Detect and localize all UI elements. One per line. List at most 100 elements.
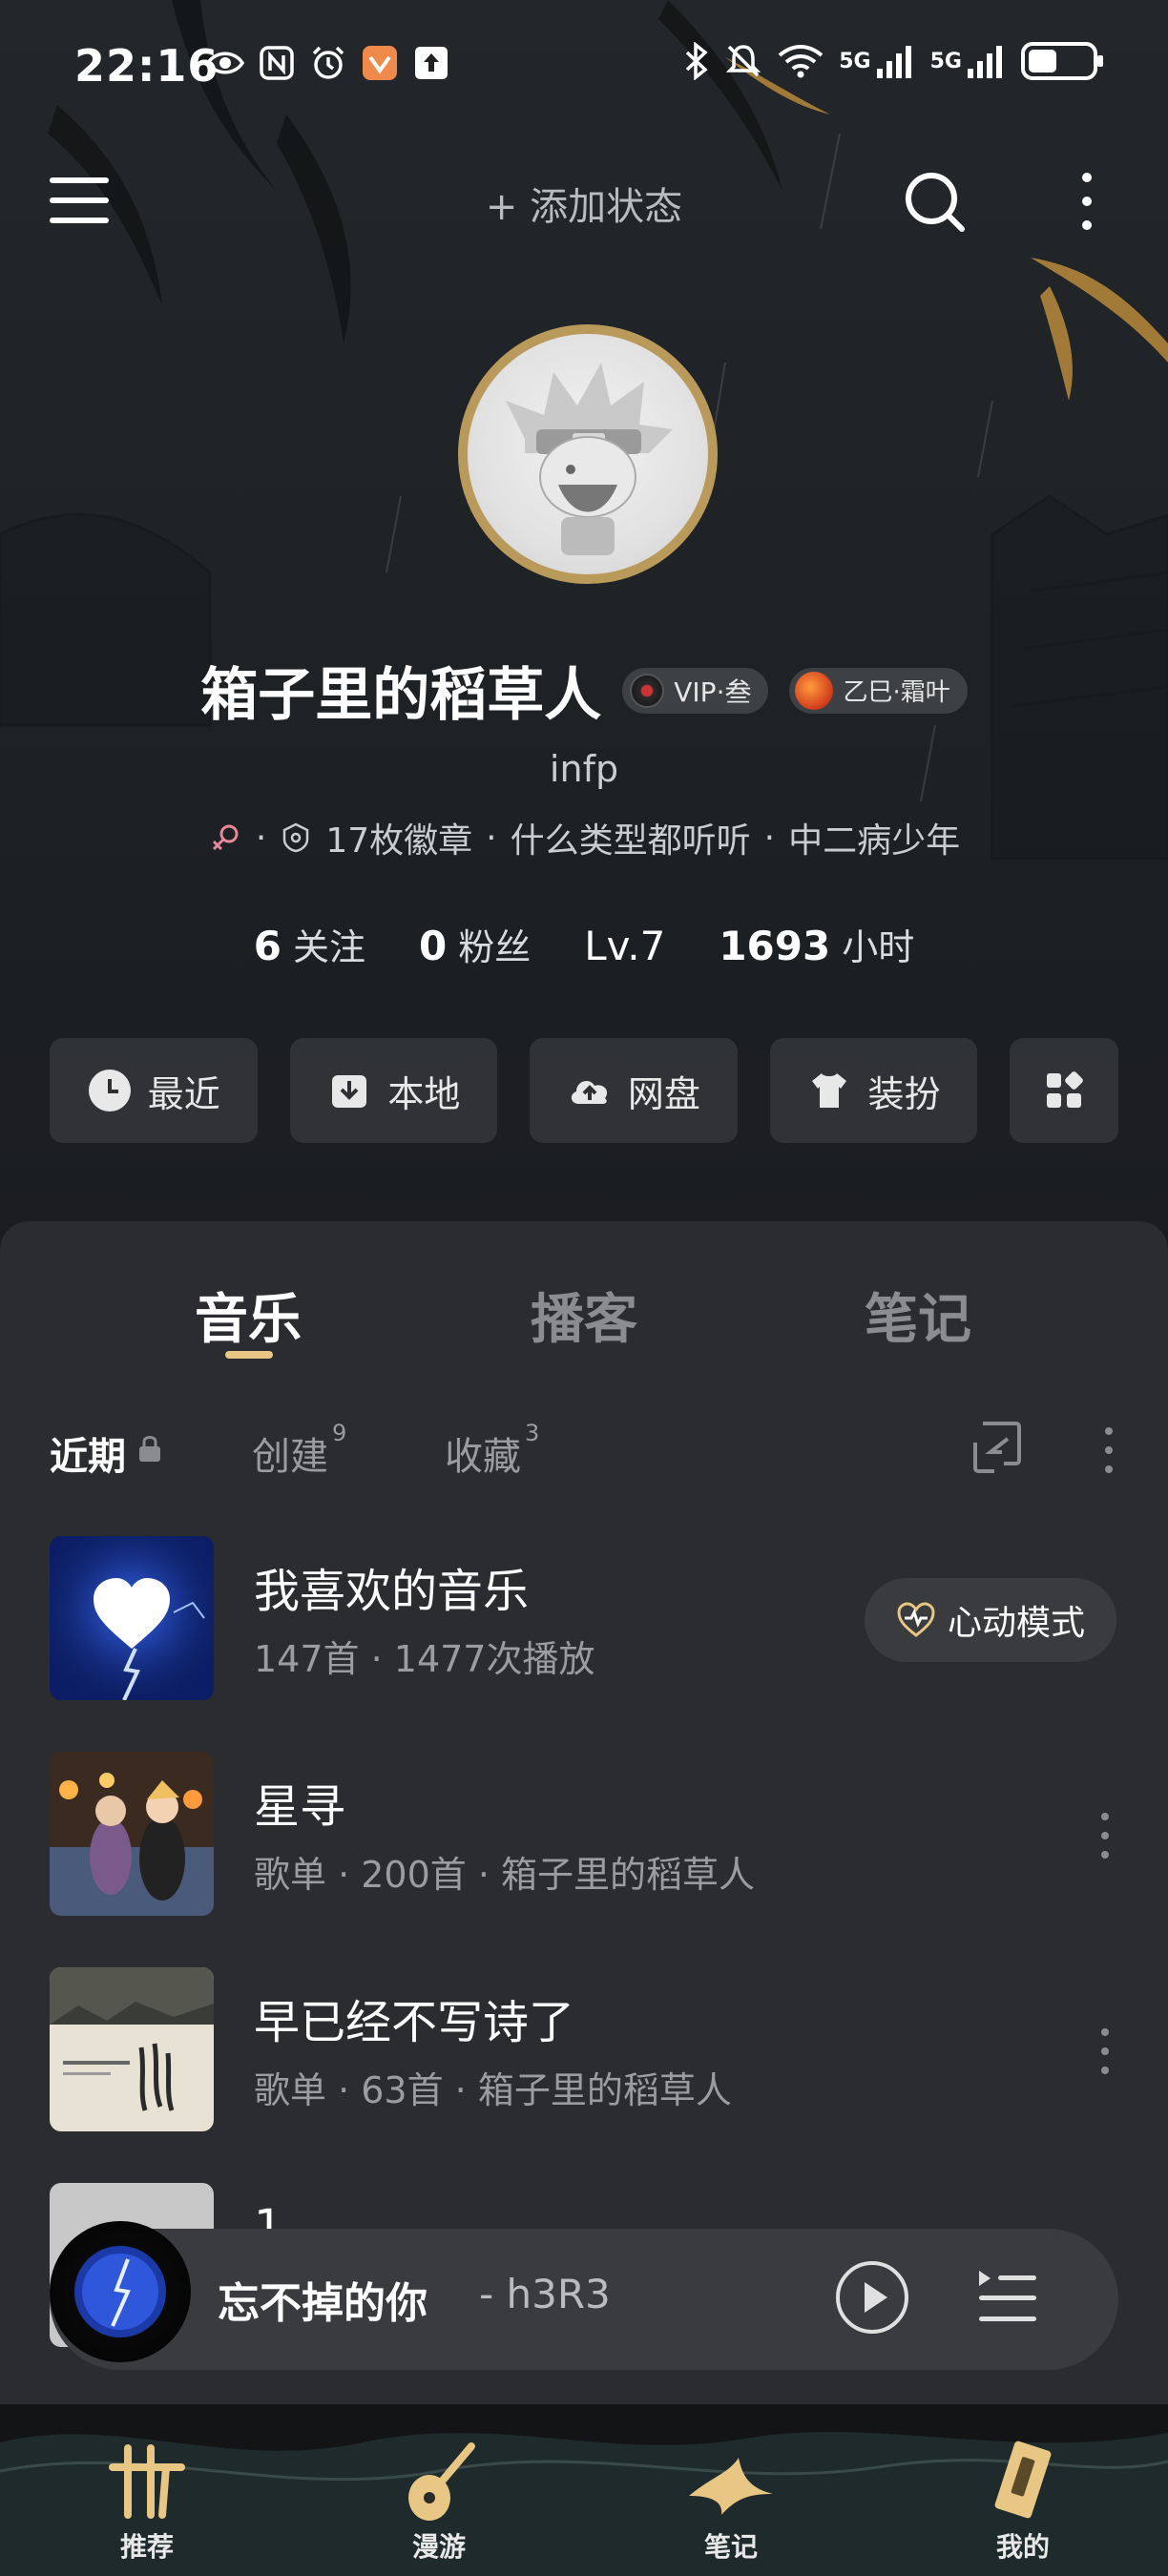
playlist-item-liked[interactable]: 我喜欢的音乐 147首 · 1477次播放 心动模式 [0, 1536, 1168, 1708]
playlist-more-icon[interactable] [1095, 2025, 1115, 2078]
playlist-title: 我喜欢的音乐 [254, 1565, 530, 1618]
username: 箱子里的稻草人 [200, 662, 602, 729]
tab-notes[interactable]: 笔记 [803, 1277, 1032, 1354]
nav-mine-label: 我的 [995, 2531, 1050, 2563]
level-stat[interactable]: Lv.7 [584, 923, 665, 969]
wifi-icon [778, 45, 824, 78]
cloud-disk-label: 网盘 [627, 1072, 700, 1115]
eye-icon [206, 44, 244, 82]
recent-button[interactable]: 最近 [50, 1038, 258, 1143]
app-notification-icon [361, 44, 399, 82]
playlist-subtitle: 歌单 · 63首 · 箱子里的稻草人 [254, 2069, 732, 2111]
now-playing-title: 忘不掉的你 [218, 2279, 428, 2328]
nav-mine[interactable]: 我的 [947, 2439, 1099, 2572]
content-panel: 音乐 播客 笔记 近期 创建 9 收藏 3 我喜欢的音乐 147首 · 1477… [0, 1221, 1168, 2576]
bottom-navigation: 推荐 漫游 笔记 我的 [0, 2404, 1168, 2576]
subtab-collected-count: 3 [525, 1420, 540, 1446]
level-value: Lv.7 [584, 923, 666, 969]
playlist-cover [50, 1967, 214, 2131]
profile-stats-row: 6 关注 0 粉丝 Lv.7 1693 小时 [0, 918, 1168, 970]
pipa-icon [408, 2442, 475, 2521]
status-left-icons [206, 44, 450, 82]
year-label: 乙巳·霜叶 [843, 678, 950, 707]
signal-icon-2 [968, 46, 1002, 78]
nav-recommend[interactable]: 推荐 [71, 2439, 223, 2572]
avatar[interactable] [458, 324, 718, 584]
local-label: 本地 [387, 1072, 461, 1115]
heart-pulse-icon [897, 1602, 935, 1637]
subtab-collected[interactable]: 收藏 3 [445, 1420, 539, 1481]
playlist-title: 早已经不写诗了 [254, 1996, 575, 2049]
signal-icon-1 [876, 46, 911, 78]
dress-up-label: 装扮 [867, 1072, 941, 1115]
followers-stat[interactable]: 0 粉丝 [419, 918, 531, 970]
subtab-collected-label: 收藏 [445, 1435, 521, 1479]
playlist-queue-icon[interactable] [975, 2267, 1038, 2326]
hours-count: 1693 [719, 923, 831, 969]
snake-year-icon [795, 671, 834, 710]
status-right-icons: 5G 5G [682, 42, 1103, 80]
nav-roam[interactable]: 漫游 [363, 2439, 515, 2572]
nav-roam-label: 漫游 [411, 2531, 466, 2563]
download-box-icon [332, 1075, 367, 1108]
mini-player[interactable]: 忘不掉的你 - h3R3 [50, 2221, 1118, 2370]
nfc-icon [258, 44, 296, 82]
mine-tag-icon [994, 2441, 1052, 2519]
clock-icon [88, 1070, 131, 1111]
vip-badge[interactable]: VIP·叁 [622, 667, 769, 714]
followers-count: 0 [419, 923, 448, 969]
now-playing-disc[interactable] [50, 2221, 191, 2362]
badge-icon [283, 822, 309, 853]
status-time: 22:16 [74, 40, 219, 92]
cloud-upload-icon [571, 1081, 607, 1104]
upload-icon [412, 44, 450, 82]
search-icon[interactable] [903, 170, 968, 235]
status-bar: 22:16 5G 5G [0, 0, 1168, 134]
year-badge[interactable]: 乙巳·霜叶 [789, 667, 968, 714]
more-options-icon[interactable] [1073, 168, 1101, 235]
cloud-disk-button[interactable]: 网盘 [530, 1038, 738, 1143]
subtab-more-icon[interactable] [1099, 1423, 1118, 1477]
playlist-cover [50, 1752, 214, 1916]
now-playing-artist: - h3R3 [479, 2271, 611, 2317]
dress-up-button[interactable]: 装扮 [769, 1038, 978, 1143]
subtab-created[interactable]: 创建 9 [252, 1420, 346, 1481]
badges-count[interactable]: 17枚徽章 [325, 813, 472, 862]
following-count: 6 [253, 923, 282, 969]
nav-recommend-label: 推荐 [119, 2531, 174, 2563]
playlist-sub-tabs: 近期 创建 9 收藏 3 [50, 1418, 1118, 1485]
battery-icon [1021, 42, 1103, 80]
tab-music[interactable]: 音乐 [134, 1277, 363, 1354]
import-playlist-icon[interactable] [966, 1418, 1025, 1477]
active-tab-indicator [225, 1351, 273, 1359]
more-apps-button[interactable] [1010, 1038, 1119, 1143]
main-tabs: 音乐 播客 笔记 [0, 1277, 1168, 1362]
play-icon[interactable] [834, 2259, 910, 2336]
playlist-more-icon[interactable] [1095, 1809, 1115, 1862]
tab-podcast[interactable]: 播客 [469, 1277, 699, 1354]
add-status-button[interactable]: + 添加状态 [0, 176, 1168, 231]
bio-text: infp [549, 748, 619, 790]
avatar-illustration [506, 363, 673, 555]
tag-personality: 中二病少年 [788, 821, 961, 861]
listening-hours-stat[interactable]: 1693 小时 [719, 918, 914, 970]
local-button[interactable]: 本地 [289, 1038, 498, 1143]
heartbeat-mode-button[interactable]: 心动模式 [865, 1578, 1116, 1662]
nav-notes[interactable]: 笔记 [655, 2439, 807, 2572]
hours-label: 小时 [842, 926, 915, 968]
following-stat[interactable]: 6 关注 [254, 918, 365, 970]
followers-label: 粉丝 [458, 926, 532, 968]
playlist-title: 星寻 [254, 1780, 346, 1834]
grid-icon [1047, 1071, 1083, 1108]
top-app-bar: + 添加状态 [0, 153, 1168, 248]
profile-tags-row: · 17枚徽章 · 什么类型都听听 · 中二病少年 [0, 813, 1168, 862]
recommend-icon [109, 2444, 185, 2519]
playlist-item-xingxun[interactable]: 星寻 歌单 · 200首 · 箱子里的稻草人 [0, 1752, 1168, 1923]
playlist-item-poem[interactable]: 早已经不写诗了 歌单 · 63首 · 箱子里的稻草人 [0, 1967, 1168, 2139]
subtab-recent[interactable]: 近期 [50, 1425, 164, 1481]
vip-label: VIP·叁 [674, 675, 752, 708]
following-label: 关注 [292, 926, 365, 968]
vinyl-disc-icon [630, 673, 665, 708]
tag-music-taste: 什么类型都听听 [510, 821, 751, 861]
mute-icon [726, 45, 761, 77]
